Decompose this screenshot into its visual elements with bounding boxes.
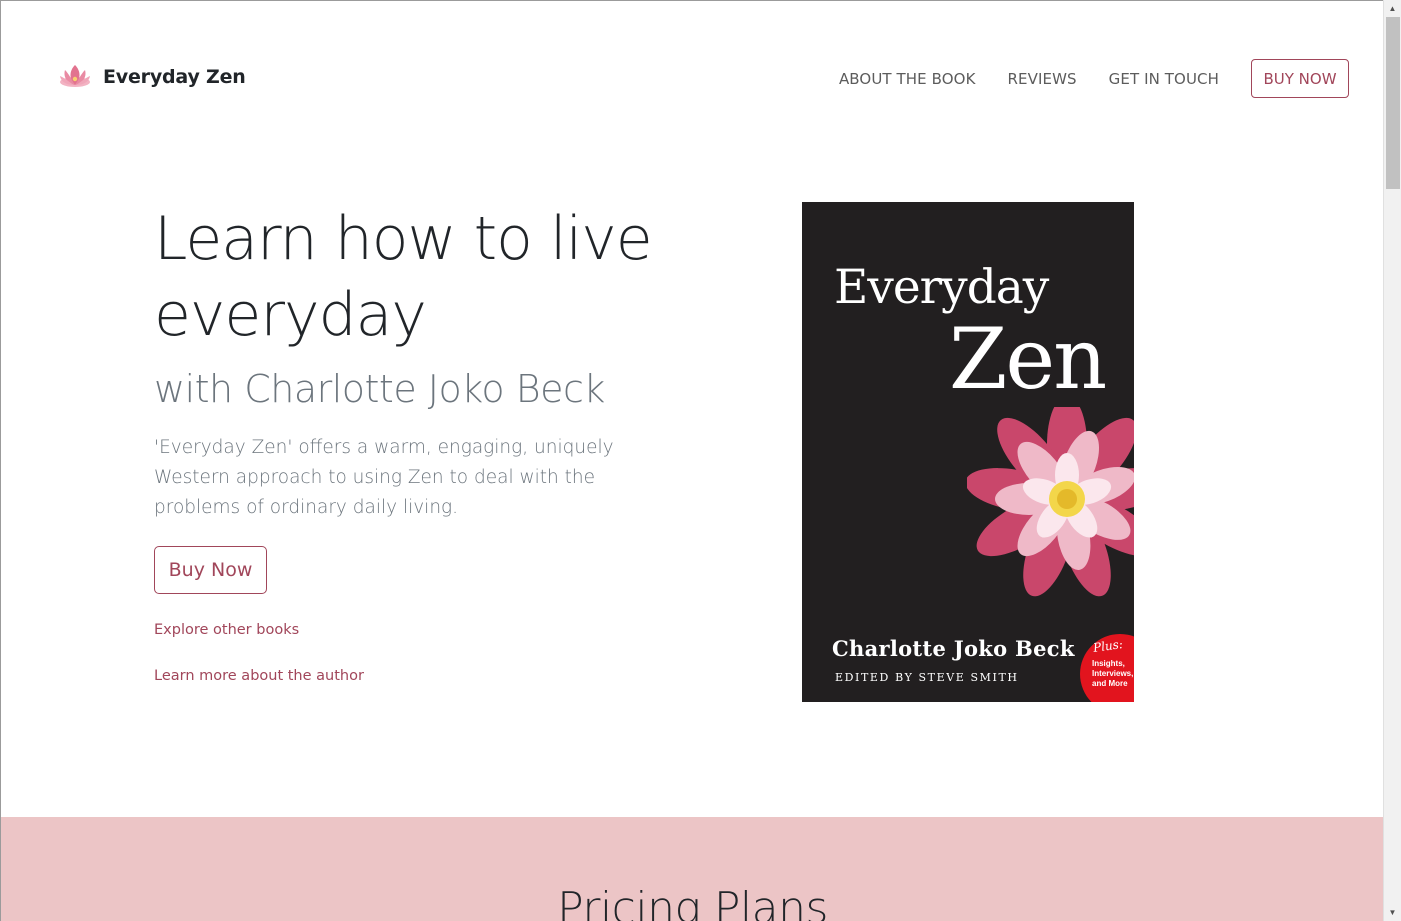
page-viewport: Everyday Zen ABOUT THE BOOK REVIEWS GET …: [0, 0, 1383, 921]
nav-link-about[interactable]: ABOUT THE BOOK: [839, 70, 976, 88]
hero-section: Learn how to live everyday with Charlott…: [154, 201, 714, 684]
vertical-scrollbar[interactable]: ▲ ▼: [1383, 0, 1401, 921]
scroll-down-arrow-icon[interactable]: ▼: [1384, 904, 1401, 921]
nav-links: ABOUT THE BOOK REVIEWS GET IN TOUCH: [839, 70, 1219, 88]
pricing-title: Pricing Plans: [557, 883, 828, 921]
cover-author: Charlotte Joko Beck: [832, 636, 1075, 661]
scroll-thumb[interactable]: [1386, 17, 1400, 189]
cover-title-line2: Zen: [949, 310, 1107, 408]
explore-books-link[interactable]: Explore other books: [154, 622, 714, 638]
pricing-section: Pricing Plans: [1, 817, 1383, 921]
hero-title-line1: Learn how to live: [154, 204, 653, 274]
hero-subtitle: with Charlotte Joko Beck: [154, 367, 605, 411]
hero-description: 'Everyday Zen' offers a warm, engaging, …: [154, 437, 614, 518]
nav-link-contact[interactable]: GET IN TOUCH: [1109, 70, 1219, 88]
hero-title-line2: everyday: [154, 280, 427, 350]
brand-title: Everyday Zen: [103, 66, 246, 88]
nav-link-reviews[interactable]: REVIEWS: [1008, 70, 1077, 88]
lotus-icon: [60, 65, 90, 87]
scroll-up-arrow-icon[interactable]: ▲: [1384, 0, 1401, 17]
book-cover-image: Everyday Zen Charlotte Joko Beck EDITED …: [802, 202, 1134, 702]
author-link[interactable]: Learn more about the author: [154, 668, 714, 684]
cover-editor: EDITED BY STEVE SMITH: [835, 671, 1019, 684]
brand[interactable]: Everyday Zen: [57, 63, 246, 91]
hero-title: Learn how to live everyday: [154, 201, 714, 353]
lotus-flower-icon: [967, 407, 1134, 597]
hero-buy-button[interactable]: Buy Now: [154, 546, 267, 594]
badge-text: Insights, Interviews, and More: [1092, 659, 1134, 688]
nav-buy-button[interactable]: BUY NOW: [1251, 59, 1349, 98]
cover-title-line1: Everyday: [834, 260, 1049, 315]
navbar: Everyday Zen ABOUT THE BOOK REVIEWS GET …: [1, 1, 1383, 156]
